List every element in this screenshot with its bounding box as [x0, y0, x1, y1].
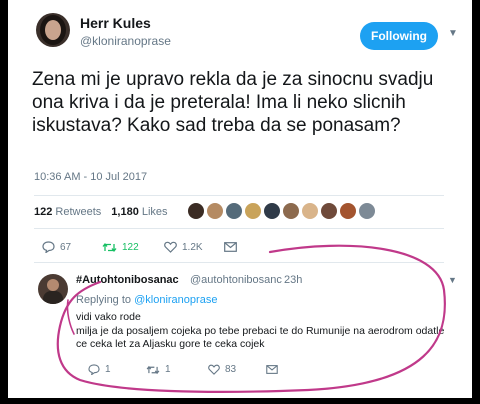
reply-text-line: milja je da posaljem cojeka po tebe preb… [76, 324, 445, 351]
screenshot-frame: Herr Kules @kloniranoprase Following ▼ Z… [0, 0, 480, 404]
divider [34, 228, 444, 229]
liker-avatar[interactable] [226, 203, 242, 219]
retweet-action[interactable]: 1 [146, 364, 208, 375]
message-icon [224, 242, 237, 252]
message-icon [266, 365, 278, 374]
reply-icon [42, 241, 55, 253]
like-action[interactable]: 1.2K [164, 241, 224, 253]
liker-avatar[interactable] [207, 203, 223, 219]
retweets-stat[interactable]: 122 Retweets [34, 206, 101, 218]
like-icon [164, 241, 177, 253]
liker-avatar[interactable] [359, 203, 375, 219]
reply-icon [88, 364, 100, 375]
tweet-text: Zena mi je upravo rekla da je za sinocnu… [32, 69, 434, 136]
author-avatar[interactable] [36, 13, 70, 47]
retweet-action[interactable]: 122 [102, 242, 164, 253]
reply-author-avatar[interactable] [38, 274, 68, 304]
retweet-icon [102, 242, 117, 252]
divider [34, 195, 444, 196]
author-handle[interactable]: @kloniranoprase [80, 34, 171, 48]
reply-actions: 1 1 83 [88, 364, 278, 375]
divider [34, 262, 444, 263]
message-action[interactable] [266, 365, 278, 374]
tweet-stats: 122 Retweets 1,180 Likes [34, 206, 168, 218]
liker-avatar[interactable] [245, 203, 261, 219]
following-button[interactable]: Following [360, 22, 438, 50]
liker-avatar[interactable] [264, 203, 280, 219]
reply-time[interactable]: 23h [284, 274, 302, 286]
tweet-actions: 67 122 1.2K [42, 241, 237, 253]
message-action[interactable] [224, 242, 237, 252]
like-icon [208, 364, 220, 375]
liker-avatar[interactable] [283, 203, 299, 219]
like-action[interactable]: 83 [208, 364, 266, 375]
chevron-down-icon[interactable]: ▼ [448, 275, 457, 285]
liker-avatar[interactable] [188, 203, 204, 219]
reply-text-line: vidi vako rode [76, 311, 141, 323]
replying-to-link[interactable]: @kloniranoprase [134, 294, 217, 306]
chevron-down-icon[interactable]: ▼ [448, 28, 458, 39]
tweet-timestamp[interactable]: 10:36 AM - 10 Jul 2017 [34, 171, 147, 183]
author-name[interactable]: Herr Kules [80, 15, 151, 31]
reply-author-handle[interactable]: @autohtonibosanc [190, 274, 282, 286]
reply-action[interactable]: 1 [88, 364, 146, 375]
likes-stat[interactable]: 1,180 Likes [111, 206, 167, 218]
replying-to: Replying to @kloniranoprase [76, 294, 218, 306]
reply-action[interactable]: 67 [42, 241, 102, 253]
retweet-icon [146, 365, 160, 374]
reply-text: vidi vako rode milja je da posaljem coje… [76, 311, 456, 352]
liker-avatar[interactable] [340, 203, 356, 219]
tweet-card: Herr Kules @kloniranoprase Following ▼ Z… [8, 0, 472, 398]
likers-avatars [188, 203, 375, 219]
liker-avatar[interactable] [302, 203, 318, 219]
reply-author-name[interactable]: #Autohtonibosanac [76, 274, 179, 286]
liker-avatar[interactable] [321, 203, 337, 219]
